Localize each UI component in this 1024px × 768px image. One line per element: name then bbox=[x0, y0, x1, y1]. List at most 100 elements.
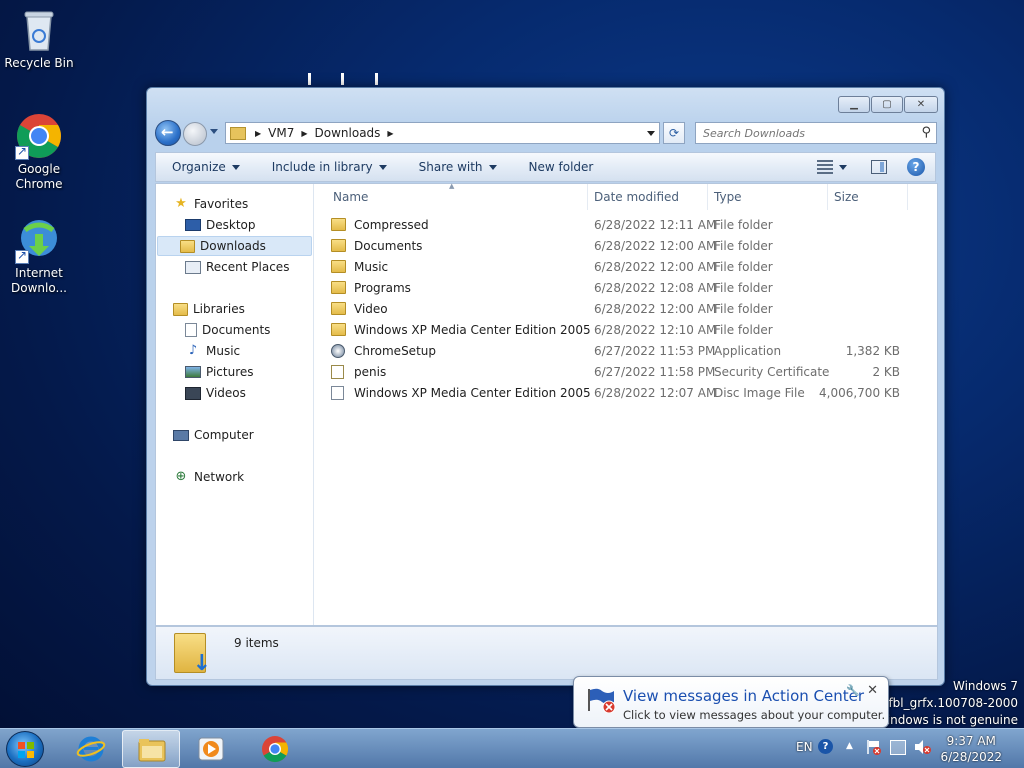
file-row[interactable]: Music 6/28/2022 12:00 AM File folder bbox=[327, 257, 927, 278]
breadcrumb-downloads[interactable]: Downloads bbox=[315, 126, 381, 140]
view-options-dropdown[interactable] bbox=[839, 164, 847, 170]
help-tray-icon[interactable]: ? bbox=[818, 739, 833, 754]
navigation-pane[interactable]: ★ Favorites Desktop Downloads Recent Pla… bbox=[156, 184, 314, 625]
breadcrumb-vm7[interactable]: VM7 bbox=[268, 126, 294, 140]
include-in-library-menu[interactable]: Include in library bbox=[256, 160, 403, 174]
volume-muted-icon[interactable] bbox=[914, 739, 932, 755]
minimize-icon: ▁ bbox=[850, 99, 858, 110]
desktop-icon-recycle-bin[interactable]: Recycle Bin bbox=[1, 6, 77, 71]
network-icon: ⊕ bbox=[175, 469, 187, 484]
desktop-icon-google-chrome[interactable]: Google Chrome bbox=[1, 112, 77, 192]
taskbar-internet-explorer[interactable] bbox=[62, 730, 120, 768]
libraries-icon bbox=[173, 302, 188, 316]
back-button[interactable] bbox=[155, 120, 181, 146]
recycle-bin-icon bbox=[15, 6, 63, 54]
taskbar-google-chrome[interactable] bbox=[246, 730, 304, 768]
file-row[interactable]: Documents 6/28/2022 12:00 AM File folder bbox=[327, 236, 927, 257]
start-button[interactable] bbox=[6, 731, 44, 767]
organize-menu[interactable]: Organize bbox=[156, 160, 256, 174]
notification-title[interactable]: View messages in Action Center bbox=[623, 687, 864, 705]
sort-ascending-icon: ▲ bbox=[449, 182, 455, 190]
file-row[interactable]: ChromeSetup 6/27/2022 11:53 PM Applicati… bbox=[327, 341, 927, 362]
preview-pane-icon[interactable] bbox=[871, 160, 887, 174]
share-with-menu[interactable]: Share with bbox=[403, 160, 513, 174]
close-button[interactable]: ✕ bbox=[904, 96, 938, 113]
network-tray-icon[interactable] bbox=[890, 740, 906, 755]
nav-computer[interactable]: Computer bbox=[173, 425, 254, 445]
file-row[interactable]: Video 6/28/2022 12:00 AM File folder bbox=[327, 299, 927, 320]
chevron-down-icon bbox=[231, 165, 240, 170]
refresh-button[interactable]: ⟳ bbox=[663, 122, 685, 144]
file-list[interactable]: Name ▲ Date modified Type Size Compresse… bbox=[315, 182, 937, 625]
search-box[interactable]: ⚲ bbox=[695, 122, 937, 144]
close-icon[interactable]: ✕ bbox=[867, 683, 878, 698]
item-count: 9 items bbox=[234, 636, 279, 650]
column-header-date[interactable]: Date modified bbox=[588, 184, 708, 210]
taskbar-windows-explorer[interactable] bbox=[122, 730, 180, 768]
file-row[interactable]: penis 6/27/2022 11:58 PM Security Certif… bbox=[327, 362, 927, 383]
folder-icon bbox=[331, 239, 346, 252]
nav-desktop[interactable]: Desktop bbox=[185, 215, 256, 235]
maximize-button[interactable]: ▢ bbox=[871, 96, 903, 113]
windows-explorer-icon bbox=[138, 739, 166, 762]
downloads-folder-icon bbox=[174, 633, 211, 676]
recent-pages-dropdown[interactable] bbox=[210, 129, 218, 134]
internet-explorer-icon bbox=[76, 736, 106, 762]
new-folder-button[interactable]: New folder bbox=[513, 160, 610, 174]
navigation-bar: ▶ VM7 ▶ Downloads ▶ ⟳ ⚲ bbox=[155, 120, 937, 146]
download-manager-icon bbox=[15, 216, 63, 264]
taskbar: EN ? ▲ 9:37 AM 6/28/2022 bbox=[0, 728, 1024, 768]
column-header-size[interactable]: Size bbox=[828, 184, 908, 210]
recent-places-icon bbox=[185, 260, 201, 274]
breadcrumb-separator-icon[interactable]: ▶ bbox=[255, 129, 261, 138]
system-clock[interactable]: 9:37 AM 6/28/2022 bbox=[940, 733, 1002, 765]
nav-recent-places[interactable]: Recent Places bbox=[185, 257, 289, 277]
nav-favorites[interactable]: ★ Favorites bbox=[173, 194, 248, 214]
forward-button[interactable] bbox=[183, 122, 207, 146]
address-bar[interactable]: ▶ VM7 ▶ Downloads ▶ bbox=[225, 122, 660, 144]
pictures-icon bbox=[185, 366, 201, 378]
change-view-icon[interactable] bbox=[817, 160, 833, 174]
folder-icon bbox=[331, 218, 346, 231]
file-row[interactable]: Programs 6/28/2022 12:08 AM File folder bbox=[327, 278, 927, 299]
shortcut-arrow-icon bbox=[15, 248, 29, 264]
downloads-folder-icon bbox=[180, 239, 195, 253]
chrome-icon bbox=[262, 736, 289, 763]
nav-pictures[interactable]: Pictures bbox=[185, 362, 254, 382]
minimize-button[interactable]: ▁ bbox=[838, 96, 870, 113]
window-drag-ghost bbox=[308, 73, 380, 85]
nav-documents[interactable]: Documents bbox=[185, 320, 270, 340]
star-icon: ★ bbox=[175, 196, 187, 211]
wrench-icon[interactable]: 🔧 bbox=[846, 684, 860, 697]
nav-music[interactable]: ♪ Music bbox=[185, 341, 240, 361]
file-row[interactable]: Compressed 6/28/2022 12:11 AM File folde… bbox=[327, 215, 927, 236]
search-input[interactable] bbox=[696, 123, 911, 143]
nav-network[interactable]: ⊕ Network bbox=[173, 467, 245, 487]
column-header-name[interactable]: Name ▲ bbox=[327, 182, 588, 210]
help-icon[interactable]: ? bbox=[907, 158, 925, 176]
explorer-window[interactable]: ▁ ▢ ✕ ▶ VM7 ▶ Downloads ▶ ⟳ ⚲ Organize I… bbox=[146, 87, 945, 686]
notification-message: Click to view messages about your comput… bbox=[623, 708, 886, 722]
chevron-down-icon bbox=[488, 165, 497, 170]
breadcrumb-separator-icon[interactable]: ▶ bbox=[387, 129, 393, 138]
column-header-type[interactable]: Type bbox=[708, 184, 828, 210]
folder-icon bbox=[331, 323, 346, 336]
show-hidden-icons-icon[interactable]: ▲ bbox=[846, 741, 853, 751]
action-center-notification[interactable]: View messages in Action Center Click to … bbox=[573, 676, 889, 728]
breadcrumb-separator-icon[interactable]: ▶ bbox=[301, 129, 307, 138]
action-center-tray-icon[interactable] bbox=[866, 739, 882, 755]
language-indicator[interactable]: EN bbox=[796, 740, 813, 754]
desktop-icon-internet-download-manager[interactable]: Internet Downlo... bbox=[1, 216, 77, 296]
nav-videos[interactable]: Videos bbox=[185, 383, 246, 403]
search-icon[interactable]: ⚲ bbox=[921, 125, 931, 140]
taskbar-media-player[interactable] bbox=[182, 730, 240, 768]
file-row[interactable]: Windows XP Media Center Edition 2005 6/2… bbox=[327, 383, 927, 404]
chrome-icon bbox=[15, 112, 63, 160]
shortcut-arrow-icon bbox=[15, 144, 29, 160]
nav-libraries[interactable]: Libraries bbox=[173, 299, 245, 319]
videos-icon bbox=[185, 386, 201, 400]
file-row[interactable]: Windows XP Media Center Edition 2005 6/2… bbox=[327, 320, 927, 341]
disc-image-icon bbox=[331, 386, 344, 400]
nav-downloads[interactable]: Downloads bbox=[157, 236, 312, 256]
address-history-dropdown[interactable] bbox=[647, 131, 655, 136]
